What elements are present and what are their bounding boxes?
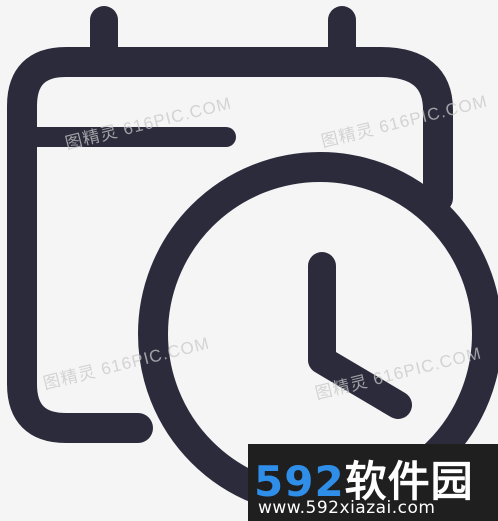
calendar-clock-icon xyxy=(7,6,498,516)
banner-url[interactable]: www.592xiazai.com xyxy=(258,498,435,518)
site-banner[interactable]: 592软件园 www.592xiazai.com xyxy=(248,444,498,521)
